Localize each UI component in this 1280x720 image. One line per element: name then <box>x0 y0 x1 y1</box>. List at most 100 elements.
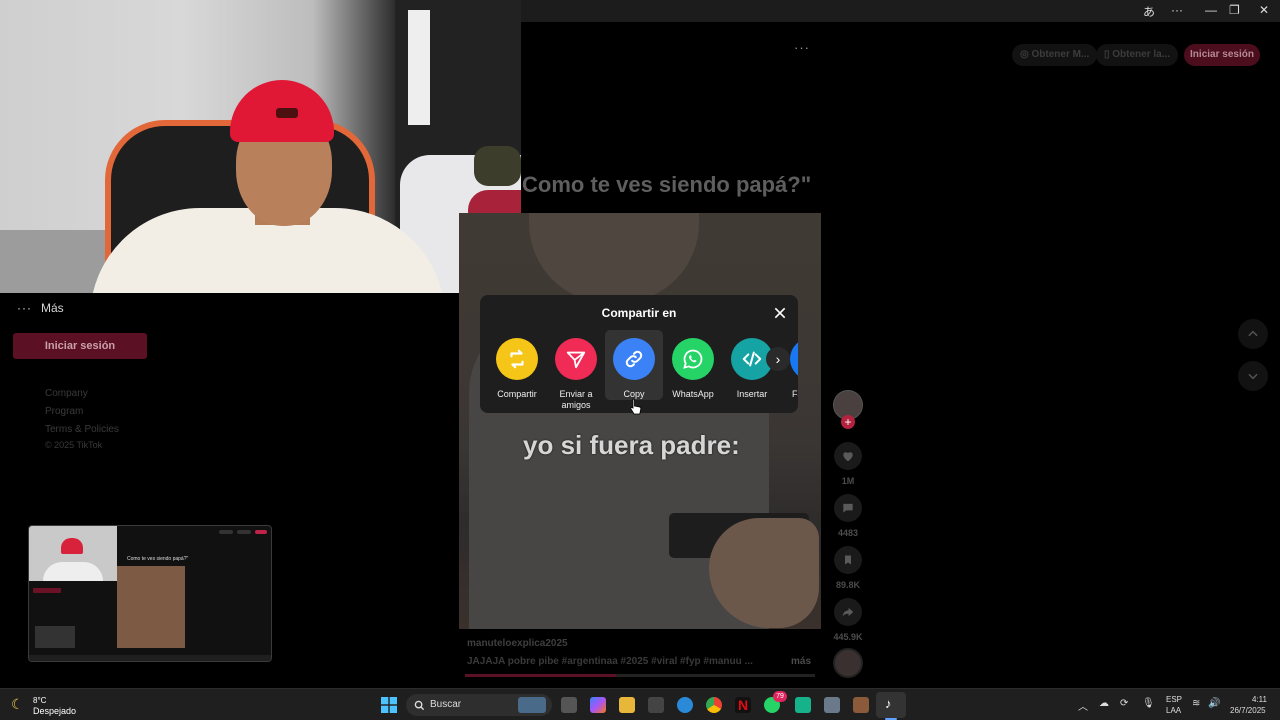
copilot-icon[interactable] <box>590 697 606 713</box>
tray-overflow-icon[interactable]: ︿ <box>1078 698 1088 713</box>
wifi-icon[interactable]: ≋ <box>1192 698 1200 709</box>
save-count: 89.8K <box>835 580 861 590</box>
search-icon <box>414 700 425 711</box>
task-view-icon[interactable] <box>561 697 577 713</box>
share-next-button[interactable]: › <box>766 347 790 371</box>
microsoft-store-icon[interactable] <box>648 697 664 713</box>
weather-temperature[interactable]: 8°C <box>33 696 46 705</box>
video-caption: yo si fuera padre: <box>523 430 740 460</box>
chrome-icon[interactable] <box>706 697 722 713</box>
music-disc[interactable] <box>833 648 863 678</box>
tiktok-icon: ♪ <box>885 696 892 711</box>
close-window-button[interactable]: ✕ <box>1259 3 1269 17</box>
share-option-label: Fa <box>792 389 798 399</box>
file-explorer-icon[interactable] <box>619 697 635 713</box>
share-option-label: Enviar a amigos <box>559 389 593 410</box>
whatsapp-icon <box>683 349 703 369</box>
repost-icon <box>510 349 524 369</box>
share-button[interactable] <box>834 598 862 626</box>
minimize-button[interactable]: — <box>1205 3 1217 17</box>
sidebar-more-label: Más <box>41 301 64 315</box>
sidebar-login-button[interactable]: Iniciar sesión <box>13 333 147 359</box>
video-description: JAJAJA pobre pibe #argentinaa #2025 #vir… <box>467 656 753 667</box>
like-count: 1M <box>841 476 855 486</box>
windows-taskbar: ☾ 8°C Despejado Buscar N 79 ♪ ︿ ☁ ⟳ 🎙 ES… <box>0 688 1280 720</box>
get-pc-app-button[interactable]: ▯ Obtener la... <box>1096 44 1179 66</box>
share-option-label: Insertar <box>736 389 768 399</box>
get-app-label: Obtener M... <box>1031 49 1090 60</box>
get-pc-app-label: Obtener la... <box>1112 49 1171 60</box>
link-icon <box>625 350 643 368</box>
microphone-icon[interactable]: 🎙 <box>1142 698 1155 709</box>
chevron-down-icon <box>1248 373 1258 380</box>
get-app-icon: ◎ <box>1020 49 1032 60</box>
previous-video-button[interactable] <box>1238 319 1268 349</box>
share-option-whatsapp-circle <box>672 338 714 380</box>
window-preview-thumbnail[interactable]: Como te ves siendo papá?" <box>28 525 272 662</box>
video-title: Como te ves siendo papá?" <box>522 172 812 197</box>
clock-date[interactable]: 26/7/2025 <box>1230 706 1266 715</box>
photos-icon[interactable] <box>824 697 840 713</box>
tiktok-taskbar-button[interactable]: ♪ <box>876 692 906 718</box>
video-player[interactable] <box>459 213 821 629</box>
language-primary[interactable]: ESP <box>1166 695 1182 704</box>
bookmark-icon <box>845 555 851 565</box>
taskbar-search[interactable]: Buscar <box>406 694 552 716</box>
browser-menu-icon[interactable]: ··· <box>1171 3 1183 17</box>
app-icon-green[interactable] <box>795 697 811 713</box>
comment-count: 4483 <box>837 528 859 538</box>
share-option-copy-link[interactable]: Copy <box>606 335 662 400</box>
send-icon <box>566 351 586 369</box>
edge-icon[interactable] <box>677 697 693 713</box>
chevron-right-icon: › <box>775 351 781 367</box>
volume-icon[interactable]: 🔊 <box>1208 698 1220 709</box>
browser-title-bar: あ ··· — ❐ ✕ <box>521 0 1280 22</box>
close-icon[interactable] <box>772 305 788 321</box>
embed-icon <box>742 351 762 367</box>
share-count: 445.9K <box>833 632 863 642</box>
share-option-send-circle <box>555 338 597 380</box>
comment-icon <box>843 503 853 513</box>
share-option-whatsapp[interactable]: WhatsApp <box>665 335 721 400</box>
footer-link-company[interactable]: Company <box>45 388 88 399</box>
windows-start-icon[interactable] <box>381 697 397 713</box>
search-highlight-icon <box>518 697 546 713</box>
follow-plus-icon[interactable]: + <box>841 415 855 429</box>
header-more-icon[interactable]: ··· <box>794 40 810 55</box>
restore-button[interactable]: ❐ <box>1229 3 1240 17</box>
header-login-button[interactable]: Iniciar sesión <box>1184 44 1260 66</box>
share-option-send-friends[interactable]: Enviar a amigos <box>548 335 604 411</box>
webcam-overlay <box>0 0 521 293</box>
mouse-cursor-icon <box>630 398 642 415</box>
next-video-button[interactable] <box>1238 361 1268 391</box>
clock-time[interactable]: 4:11 <box>1252 695 1267 704</box>
like-button[interactable] <box>834 442 862 470</box>
share-option-compartir[interactable]: Compartir <box>489 335 545 400</box>
share-arrow-icon <box>842 607 854 617</box>
translate-icon[interactable]: あ <box>1143 3 1155 20</box>
video-author[interactable]: manuteloexplica2025 <box>467 638 568 649</box>
share-dialog-title: Compartir en <box>601 306 677 320</box>
sidebar-more[interactable]: ··· Más <box>17 301 64 315</box>
footer-link-program[interactable]: Program <box>45 406 83 417</box>
get-app-button[interactable]: ◎ Obtener M... <box>1012 44 1098 66</box>
weather-description[interactable]: Despejado <box>33 706 76 716</box>
cloud-off-icon[interactable]: ☁ <box>1099 698 1109 709</box>
language-secondary[interactable]: LAA <box>1166 706 1181 715</box>
save-button[interactable] <box>834 546 862 574</box>
comment-button[interactable] <box>834 494 862 522</box>
share-option-label: WhatsApp <box>672 389 714 399</box>
chevron-up-icon <box>1248 330 1258 337</box>
description-more-link[interactable]: más <box>791 656 811 667</box>
footer-link-terms[interactable]: Terms & Policies <box>45 424 119 435</box>
share-dialog: Compartir en Compartir Enviar a amigos C… <box>480 295 798 413</box>
netflix-icon[interactable]: N <box>735 697 751 713</box>
footer-copyright: © 2025 TikTok <box>45 440 103 450</box>
share-option-label: Compartir <box>497 389 537 399</box>
video-progress-bar[interactable] <box>465 674 815 677</box>
sync-icon[interactable]: ⟳ <box>1120 698 1128 709</box>
share-option-copy-circle <box>613 338 655 380</box>
whatsapp-badge: 79 <box>773 691 787 702</box>
share-option-compartir-circle <box>496 338 538 380</box>
game-icon[interactable] <box>853 697 869 713</box>
